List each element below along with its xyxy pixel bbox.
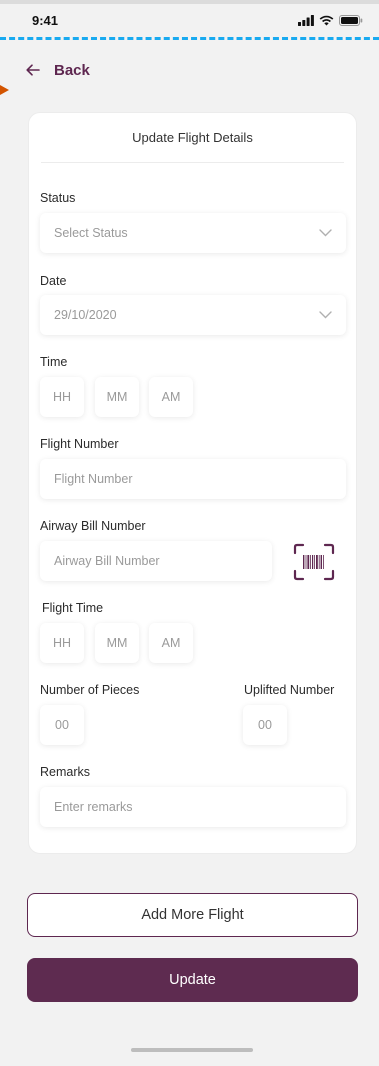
time-hour-input[interactable]: HH: [40, 377, 84, 417]
flight-time-label: Flight Time: [42, 601, 104, 615]
airway-bill-input[interactable]: [54, 554, 258, 568]
chevron-down-icon: [319, 311, 332, 319]
uplifted-input[interactable]: 00: [243, 705, 287, 745]
home-indicator: [131, 1048, 253, 1052]
flight-time-ampm-input[interactable]: AM: [149, 623, 193, 663]
time-minute-placeholder: MM: [106, 390, 128, 404]
update-button[interactable]: Update: [27, 958, 358, 1002]
flight-time-minute-placeholder: MM: [106, 636, 128, 650]
arrow-left-icon: [26, 64, 40, 76]
flight-number-input[interactable]: [54, 472, 332, 486]
time-hour-placeholder: HH: [52, 390, 72, 404]
flight-time-minute-input[interactable]: MM: [95, 623, 139, 663]
status-icons: [298, 14, 363, 26]
date-select[interactable]: 29/10/2020: [40, 295, 346, 335]
airway-bill-field[interactable]: [40, 541, 272, 581]
dashed-guide-line: [0, 37, 379, 40]
wifi-icon: [319, 15, 334, 25]
pieces-placeholder: 00: [55, 718, 69, 732]
pieces-label: Number of Pieces: [40, 683, 140, 697]
card-title: Update Flight Details: [41, 113, 344, 163]
date-value: 29/10/2020: [54, 308, 117, 322]
remarks-input[interactable]: [54, 800, 332, 814]
time-minute-input[interactable]: MM: [95, 377, 139, 417]
airway-bill-label: Airway Bill Number: [40, 519, 146, 533]
status-select[interactable]: Select Status: [40, 213, 346, 253]
time-label: Time: [40, 355, 68, 369]
status-time: 9:41: [32, 12, 59, 28]
status-bar: 9:41: [0, 0, 379, 36]
flight-number-label: Flight Number: [40, 437, 119, 451]
flight-number-field[interactable]: [40, 459, 346, 499]
chevron-down-icon: [319, 229, 332, 237]
uplifted-label: Uplifted Number: [244, 683, 335, 697]
date-label: Date: [40, 274, 67, 288]
time-ampm-placeholder: AM: [161, 390, 181, 404]
flight-time-ampm-placeholder: AM: [161, 636, 181, 650]
flight-time-hour-placeholder: HH: [52, 636, 72, 650]
signal-icon: [298, 14, 314, 26]
flight-details-card: Update Flight Details Status Select Stat…: [28, 112, 357, 854]
status-placeholder: Select Status: [54, 226, 128, 240]
remarks-label: Remarks: [40, 765, 91, 779]
add-more-flight-button[interactable]: Add More Flight: [27, 893, 358, 937]
flight-time-hour-input[interactable]: HH: [40, 623, 84, 663]
barcode-scan-icon[interactable]: [293, 543, 335, 581]
remarks-field[interactable]: [40, 787, 346, 827]
battery-icon: [339, 14, 363, 26]
uplifted-placeholder: 00: [258, 718, 272, 732]
time-ampm-input[interactable]: AM: [149, 377, 193, 417]
pieces-input[interactable]: 00: [40, 705, 84, 745]
status-label: Status: [40, 191, 76, 205]
side-pointer-icon: [0, 85, 9, 95]
back-label: Back: [54, 61, 90, 79]
back-button[interactable]: Back: [26, 58, 90, 82]
